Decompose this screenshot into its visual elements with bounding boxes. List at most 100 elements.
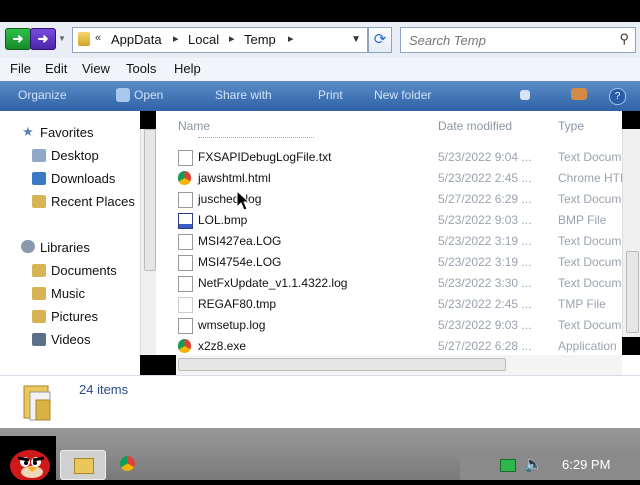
file-row[interactable]: FXSAPIDebugLogFile.txt 5/23/2022 9:04 ..… [156,146,622,167]
text-file-icon [178,276,193,292]
crumb-temp[interactable]: Temp [244,32,276,47]
nav-desktop[interactable]: Desktop [51,148,99,163]
address-bar[interactable]: « AppData ▸ Local ▸ Temp ▸ ▼ [72,27,368,53]
mouse-cursor-icon [236,190,250,211]
crumb-appdata[interactable]: AppData [111,32,162,47]
file-name: wmsetup.log [198,318,266,332]
menu-tools[interactable]: Tools [126,61,156,76]
file-name: LOL.bmp [198,213,248,227]
menu-help[interactable]: Help [174,61,201,76]
file-date: 5/23/2022 9:04 ... [438,150,532,164]
file-row[interactable]: x2z8.exe 5/27/2022 6:28 ... Application [156,335,622,356]
nav-scroll-thumb[interactable] [144,129,156,271]
recent-pages-dropdown-icon[interactable]: ▼ [58,34,66,43]
file-list-scrollbar[interactable] [622,111,640,355]
horizontal-scroll-thumb[interactable] [178,358,506,371]
file-name: FXSAPIDebugLogFile.txt [198,150,332,164]
libraries-icon [21,240,35,253]
explorer-icon [74,458,94,474]
nav-pane-bottom [0,355,140,375]
back-button[interactable]: ➜ [5,28,31,50]
file-row[interactable]: NetFxUpdate_v1.1.4322.log 5/23/2022 3:30… [156,272,622,293]
search-input[interactable] [407,28,611,52]
file-type: Text Document [558,276,622,290]
corner-artifact [140,111,156,129]
file-name: x2z8.exe [198,339,247,353]
crumb-separator-icon[interactable]: ▸ [288,32,294,45]
file-name: NetFxUpdate_v1.1.4322.log [198,276,348,290]
open-button[interactable]: Open [134,88,163,102]
corner-artifact [156,355,176,375]
organize-button[interactable]: Organize [18,88,67,102]
nav-favorites[interactable]: Favorites [40,125,93,140]
file-list-horizontal-scrollbar[interactable] [156,355,622,375]
nav-music[interactable]: Music [51,286,85,301]
file-row[interactable]: jawshtml.html 5/23/2022 2:45 ... Chrome … [156,167,622,188]
system-tray: 🔈 6:29 PM [460,450,640,480]
text-file-icon [178,318,193,334]
file-row[interactable]: REGAF80.tmp 5/23/2022 2:45 ... TMP File [156,293,622,314]
nav-documents[interactable]: Documents [51,263,117,278]
file-type: BMP File [558,213,607,227]
clock[interactable]: 6:29 PM [562,457,610,472]
recent-places-icon [32,195,46,208]
nav-libraries[interactable]: Libraries [40,240,90,255]
refresh-button[interactable]: ⟳ [368,27,392,53]
file-row[interactable]: wmsetup.log 5/23/2022 9:03 ... Text Docu… [156,314,622,335]
corner-artifact [622,111,640,129]
taskbar-explorer-button[interactable] [60,450,106,480]
address-overflow-chevron[interactable]: « [95,32,101,44]
nav-pane-scrollbar[interactable] [140,111,157,355]
text-file-icon [178,192,193,208]
forward-arrow-icon: ➜ [37,31,49,46]
search-box[interactable]: ⚲ [400,27,636,53]
file-row[interactable]: MSI427ea.LOG 5/23/2022 3:19 ... Text Doc… [156,230,622,251]
volume-icon[interactable]: 🔈 [524,455,543,473]
taskbar-chrome-button[interactable] [106,450,150,478]
nav-videos[interactable]: Videos [51,332,91,347]
chrome-icon [178,171,191,185]
chrome-icon [120,456,135,471]
share-with-button[interactable]: Share with [215,88,272,102]
column-type-header[interactable]: Type [558,119,584,133]
file-name: juschedl.log [198,192,262,206]
file-type: Application [558,339,617,353]
crumb-separator-icon[interactable]: ▸ [229,32,235,45]
nav-pictures[interactable]: Pictures [51,309,98,324]
file-name: REGAF80.tmp [198,297,277,311]
menu-file[interactable]: File [10,61,31,76]
address-row: ➜ ➜ ▼ « AppData ▸ Local ▸ Temp ▸ ▼ ⟳ ⚲ [0,22,640,59]
file-type: TMP File [558,297,606,311]
search-icon[interactable]: ⚲ [619,31,629,47]
crumb-local[interactable]: Local [188,32,219,47]
file-name: MSI427ea.LOG [198,234,282,248]
desktop-icon [32,149,46,162]
scroll-corner [622,355,640,375]
new-folder-button[interactable]: New folder [374,88,431,102]
forward-button[interactable]: ➜ [30,28,56,50]
open-file-icon [116,88,130,102]
favorites-star-icon: ★ [22,124,34,139]
file-scroll-thumb[interactable] [626,251,639,333]
nav-recent-places[interactable]: Recent Places [51,194,135,209]
preview-pane-icon[interactable] [571,88,587,100]
file-row[interactable]: LOL.bmp 5/23/2022 9:03 ... BMP File [156,209,622,230]
menu-view[interactable]: View [82,61,110,76]
start-button[interactable] [0,436,56,482]
pictures-icon [32,310,46,323]
file-date: 5/27/2022 6:29 ... [438,192,532,206]
file-date: 5/23/2022 9:03 ... [438,318,532,332]
view-options-icon[interactable] [520,90,530,100]
menu-edit[interactable]: Edit [45,61,67,76]
help-icon[interactable]: ? [609,88,626,105]
column-date-header[interactable]: Date modified [438,119,512,133]
file-row[interactable]: juschedl.log 5/27/2022 6:29 ... Text Doc… [156,188,622,209]
crumb-separator-icon[interactable]: ▸ [173,32,179,45]
clipped-row [198,131,314,138]
print-button[interactable]: Print [318,88,343,102]
command-bar: Organize Open Share with Print New folde… [0,81,640,111]
file-row[interactable]: MSI4754e.LOG 5/23/2022 3:19 ... Text Doc… [156,251,622,272]
battery-icon[interactable] [500,459,516,472]
address-dropdown-icon[interactable]: ▼ [351,34,361,45]
nav-downloads[interactable]: Downloads [51,171,115,186]
